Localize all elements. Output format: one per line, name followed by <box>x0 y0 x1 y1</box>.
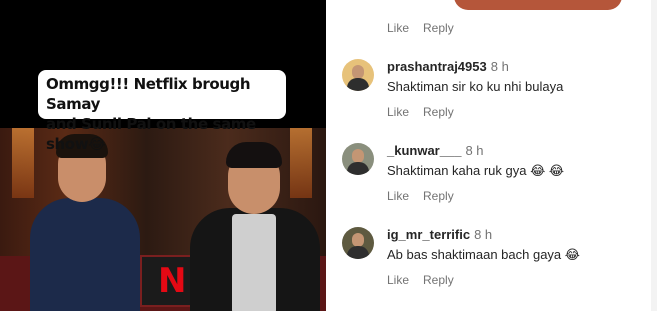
comment-text: Shaktiman kaha ruk gya 😂 😂 <box>387 163 565 178</box>
avatar[interactable] <box>342 143 374 175</box>
reply-button[interactable]: Reply <box>423 189 454 203</box>
comment-text: Ab bas shaktimaan bach gaya 😂 <box>387 247 580 262</box>
comment-actions: Like Reply <box>387 273 468 287</box>
comment-username[interactable]: prashantraj4953 <box>387 59 487 74</box>
caption-line-2: and Sunil Pal on the same show😂 <box>46 115 256 153</box>
comment-item: ig_mr_terrific 8 h Ab bas shaktimaan bach… <box>342 227 652 267</box>
avatar[interactable] <box>342 227 374 259</box>
comment-timestamp: 8 h <box>490 59 509 74</box>
person-left-body <box>30 198 140 311</box>
comment-actions: Like Reply <box>387 21 468 35</box>
comment-item: prashantraj4953 8 h Shaktiman sir ko ku n… <box>342 59 652 99</box>
like-button[interactable]: Like <box>387 189 409 203</box>
reel-video[interactable]: N Ommgg!!! Netflix brough Samay and Suni… <box>0 0 326 311</box>
background-lamp <box>290 128 312 198</box>
netflix-logo: N <box>158 261 187 301</box>
previous-comment-image <box>454 0 622 10</box>
comment-actions: Like Reply <box>387 105 468 119</box>
reply-button[interactable]: Reply <box>423 21 454 35</box>
comment-actions: Like Reply <box>387 189 468 203</box>
person-right-shirt <box>232 214 276 311</box>
avatar[interactable] <box>342 59 374 91</box>
comments-panel: Like Reply prashantraj4953 8 h Shaktiman s… <box>326 0 657 311</box>
like-button[interactable]: Like <box>387 21 409 35</box>
comment-timestamp: 8 h <box>465 143 484 158</box>
comment-timestamp: 8 h <box>474 227 493 242</box>
like-button[interactable]: Like <box>387 105 409 119</box>
comment-username[interactable]: ig_mr_terrific <box>387 227 470 242</box>
comment-item: _kunwar___ 8 h Shaktiman kaha ruk gya 😂 😂 <box>342 143 652 183</box>
reply-button[interactable]: Reply <box>423 105 454 119</box>
background-lamp <box>12 128 34 198</box>
caption-line-1: Ommgg!!! Netflix brough Samay <box>46 75 251 113</box>
reply-button[interactable]: Reply <box>423 273 454 287</box>
comment-username[interactable]: _kunwar___ <box>387 143 461 158</box>
scrollbar[interactable] <box>651 0 657 311</box>
video-frame: N <box>0 128 326 311</box>
video-caption: Ommgg!!! Netflix brough Samay and Sunil … <box>38 70 286 153</box>
comment-text: Shaktiman sir ko ku nhi bulaya <box>387 79 564 94</box>
like-button[interactable]: Like <box>387 273 409 287</box>
